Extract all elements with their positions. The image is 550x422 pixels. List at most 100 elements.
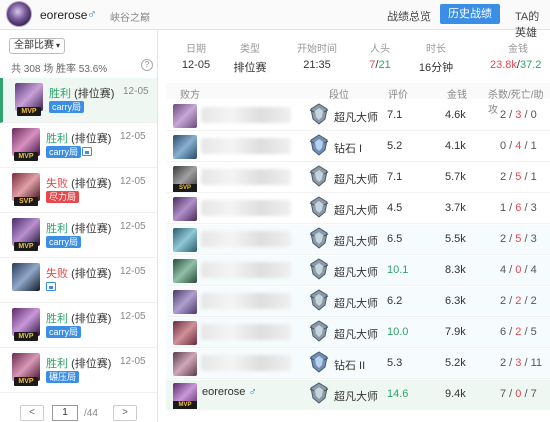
mvp-badge: MVP: [14, 152, 38, 161]
header-team: 败方: [180, 90, 200, 101]
master-rank-icon: [309, 289, 329, 311]
match-date: 12-05: [120, 356, 146, 367]
player-score: 5.2: [387, 140, 403, 152]
champion-icon: [173, 290, 197, 314]
player-rank: 超凡大师: [334, 236, 378, 248]
match-date: 12-05: [120, 176, 146, 187]
blurred-player-name: [201, 200, 291, 216]
match-result: 胜利: [46, 223, 68, 235]
match-mode: (排位赛): [74, 88, 115, 100]
assists: 0: [530, 109, 537, 121]
blurred-player-name: [201, 355, 291, 371]
player-rank: 钻石 II: [334, 360, 366, 372]
match-tag: 尽力局: [46, 191, 80, 203]
player-row[interactable]: 超凡大师 4.5 3.7k 1 / 6 / 3: [166, 194, 550, 224]
team-kills-a: 7: [369, 59, 376, 71]
match-tag: carry局: [46, 326, 81, 338]
player-row[interactable]: 钻石 I 5.2 4.1k 0 / 4 / 1: [166, 132, 550, 162]
player-row[interactable]: 超凡大师 6.2 6.3k 2 / 2 / 2: [166, 287, 550, 317]
match-date: 12-05: [120, 311, 146, 322]
champion-icon: [12, 263, 40, 291]
player-kda: 2 / 3 / 11: [500, 357, 543, 369]
username: eorerose: [40, 8, 88, 22]
match-mode: (排位赛): [71, 313, 112, 325]
player-kda: 2 / 5 / 3: [500, 233, 537, 245]
player-row[interactable]: 超凡大师 7.1 4.6k 2 / 3 / 0: [166, 101, 550, 131]
match-result: 失败: [46, 178, 68, 190]
player-rank: 钻石 I: [334, 143, 363, 155]
svp-badge: SVP: [14, 197, 38, 206]
player-row[interactable]: SVP 超凡大师 7.1 5.7k 2 / 5 / 1: [166, 163, 550, 193]
filter-label: 全部比赛: [14, 40, 54, 51]
champion-icon: [173, 228, 197, 252]
match-date: 12-05: [120, 221, 146, 232]
blurred-player-name: [201, 138, 291, 154]
champion-icon: [173, 259, 197, 283]
champion-icon: [173, 104, 197, 128]
match-item[interactable]: MVP 胜利 (排位赛) 12-05 carry局: [0, 213, 157, 258]
player-rank: 超凡大师: [334, 329, 378, 341]
prev-page-button[interactable]: <: [20, 405, 44, 421]
kills-label: 人头: [370, 44, 390, 55]
kills: 7: [500, 388, 507, 400]
kills: 4: [500, 264, 507, 276]
start-time-label: 开始时间: [297, 44, 337, 55]
player-rank: 超凡大师: [334, 391, 378, 403]
player-gold: 8.3k: [445, 264, 466, 276]
page-input[interactable]: 1: [52, 405, 78, 421]
tab-overview[interactable]: 战绩总览: [387, 8, 431, 24]
player-rank: 超凡大师: [334, 267, 378, 279]
master-rank-icon: [309, 103, 329, 125]
match-tag: 碾压局: [46, 371, 80, 383]
assists: 4: [530, 264, 537, 276]
tab-match-history[interactable]: 历史战绩: [440, 4, 500, 24]
champion-icon: [173, 321, 197, 345]
match-type-value: 排位赛: [233, 62, 267, 74]
player-row[interactable]: MVP eorerose ♂ 超凡大师 14.6 9.4k 7 / 0 / 7: [166, 380, 550, 410]
image-icon[interactable]: [46, 282, 56, 291]
diamond-rank-icon: [309, 351, 329, 373]
player-row[interactable]: 超凡大师 6.5 5.5k 2 / 5 / 3: [166, 225, 550, 255]
match-item[interactable]: MVP 胜利 (排位赛) 12-05 carry局: [0, 123, 157, 168]
champion-icon: [173, 352, 197, 376]
blurred-player-name: [201, 107, 291, 123]
player-score: 7.1: [387, 171, 403, 183]
player-kda: 4 / 0 / 4: [500, 264, 537, 276]
player-gold: 9.4k: [445, 388, 466, 400]
player-row[interactable]: 超凡大师 10.1 8.3k 4 / 0 / 4: [166, 256, 550, 286]
match-result: 胜利: [46, 358, 68, 370]
player-row[interactable]: 钻石 II 5.3 5.2k 2 / 3 / 11: [166, 349, 550, 379]
match-tag: carry局: [49, 101, 84, 113]
team-kills-b: 21: [378, 59, 391, 71]
master-rank-icon: [309, 320, 329, 342]
help-icon[interactable]: ?: [141, 59, 153, 71]
deaths: 3: [515, 109, 522, 121]
player-kda: 2 / 5 / 1: [500, 171, 537, 183]
match-result: 胜利: [46, 133, 68, 145]
player-score: 4.5: [387, 202, 403, 214]
match-item[interactable]: MVP 胜利 (排位赛) 12-05 carry局: [0, 303, 157, 348]
page-total: /44: [84, 408, 98, 419]
image-icon[interactable]: [82, 147, 92, 156]
tab-champions[interactable]: TA的英雄: [515, 8, 550, 40]
diamond-rank-icon: [309, 134, 329, 156]
player-gold: 5.7k: [445, 171, 466, 183]
match-item[interactable]: 失败 (排位赛) 12-05: [0, 258, 157, 303]
assists: 1: [530, 171, 537, 183]
type-label: 类型: [240, 44, 260, 55]
match-item[interactable]: SVP 失败 (排位赛) 12-05 尽力局: [0, 168, 157, 213]
match-item[interactable]: MVP 胜利 (排位赛) 12-05 carry局: [0, 78, 157, 123]
start-time-value: 21:35: [303, 59, 331, 71]
match-summary: 日期 12-05 类型 排位赛 开始时间 21:35 人头 7/21 时长 16…: [166, 40, 550, 76]
top-bar: eorerose ♂ 峡谷之巅 战绩总览 历史战绩 TA的英雄: [0, 0, 550, 39]
next-page-button[interactable]: >: [113, 405, 137, 421]
match-item[interactable]: MVP 胜利 (排位赛) 12-05 碾压局: [0, 348, 157, 393]
match-filter-dropdown[interactable]: 全部比赛 ▾: [9, 38, 66, 54]
master-rank-icon: [309, 196, 329, 218]
player-row[interactable]: 超凡大师 10.0 7.9k 6 / 2 / 5: [166, 318, 550, 348]
profile-avatar[interactable]: [6, 1, 32, 27]
kills: 0: [500, 140, 507, 152]
svp-badge: SVP: [173, 184, 197, 192]
server-name: 峡谷之巅: [110, 13, 150, 24]
player-kda: 7 / 0 / 7: [500, 388, 537, 400]
